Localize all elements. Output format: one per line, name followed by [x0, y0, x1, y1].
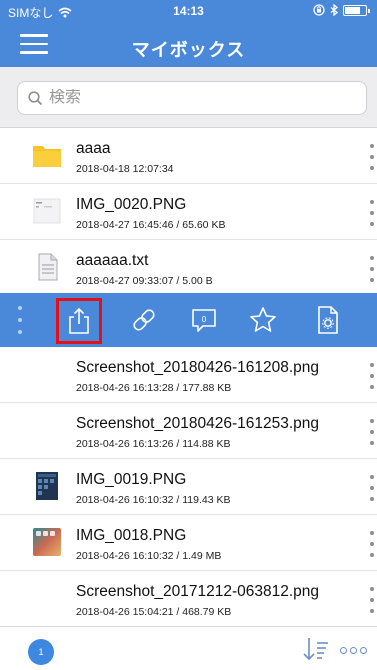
file-row-img-0020[interactable]: IMG_0020.PNG 2018-04-27 16:45:46 / 65.60… — [0, 184, 377, 240]
file-name: aaaaaa.txt — [76, 252, 149, 269]
share-icon — [69, 307, 89, 334]
file-meta: 2018-04-27 09:33:07 / 5.00 B — [76, 275, 213, 287]
row-more-button[interactable] — [367, 200, 377, 226]
link-icon — [133, 309, 155, 331]
file-row-screenshot-161253[interactable]: Screenshot_20180426-161253.png 2018-04-2… — [0, 403, 377, 459]
file-row-aaaaaa-txt[interactable]: aaaaaa.txt 2018-04-27 09:33:07 / 5.00 B — [0, 240, 377, 296]
bottom-toolbar: 1 — [0, 626, 377, 670]
search-input[interactable] — [49, 89, 339, 107]
file-meta: 2018-04-26 15:04:21 / 468.79 KB — [76, 606, 232, 618]
file-name: IMG_0018.PNG — [76, 527, 187, 544]
row-more-button[interactable] — [367, 363, 377, 389]
share-button[interactable] — [56, 298, 102, 344]
file-name: IMG_0020.PNG — [76, 196, 187, 213]
image-thumbnail — [33, 528, 61, 556]
file-meta: 2018-04-26 16:10:32 / 1.49 MB — [76, 550, 222, 562]
row-more-button[interactable] — [367, 475, 377, 501]
bluetooth-icon — [330, 4, 338, 16]
favorite-button[interactable] — [244, 301, 282, 339]
sort-icon[interactable] — [300, 635, 330, 665]
file-row-screenshot-161208[interactable]: Screenshot_20180426-161208.png 2018-04-2… — [0, 347, 377, 403]
search-box[interactable] — [17, 81, 367, 115]
file-name: IMG_0019.PNG — [76, 471, 187, 488]
file-meta: 2018-04-26 16:13:28 / 177.88 KB — [76, 382, 232, 394]
battery-icon — [343, 4, 370, 16]
top-bar: SIMなし 14:13 マイボックス — [0, 0, 377, 67]
file-meta: 2018-04-18 12:07:34 — [76, 163, 174, 175]
comment-button[interactable]: 0 — [185, 301, 223, 339]
file-row-img-0018[interactable]: IMG_0018.PNG 2018-04-26 16:10:32 / 1.49 … — [0, 515, 377, 571]
orientation-lock-icon — [313, 4, 325, 16]
file-name: Screenshot_20180426-161208.png — [76, 359, 320, 376]
folder-icon — [33, 146, 61, 167]
row-more-button[interactable] — [367, 256, 377, 282]
file-meta: 2018-04-27 16:45:46 / 65.60 KB — [76, 219, 226, 231]
drag-handle[interactable] — [18, 306, 24, 334]
link-button[interactable] — [125, 301, 163, 339]
search-area — [0, 67, 377, 128]
file-settings-icon — [318, 306, 338, 334]
comment-icon: 0 — [192, 309, 216, 332]
row-more-button[interactable] — [367, 587, 377, 613]
file-name: aaaa — [76, 140, 111, 157]
comment-count: 0 — [202, 315, 207, 324]
file-row-aaaa[interactable]: aaaa 2018-04-18 12:07:34 — [0, 128, 377, 184]
file-action-bar: 0 — [0, 293, 377, 347]
row-more-button[interactable] — [367, 531, 377, 557]
file-row-img-0019[interactable]: IMG_0019.PNG 2018-04-26 16:10:32 / 119.4… — [0, 459, 377, 515]
row-more-button[interactable] — [367, 144, 377, 170]
text-file-icon — [38, 253, 58, 281]
row-more-button[interactable] — [367, 419, 377, 445]
file-settings-button[interactable] — [309, 301, 347, 339]
file-name: Screenshot_20171212-063812.png — [76, 583, 320, 600]
image-thumbnail — [33, 198, 61, 224]
image-thumbnail — [36, 472, 58, 500]
status-bar: SIMなし 14:13 — [0, 0, 377, 22]
file-row-screenshot-063812[interactable]: Screenshot_20171212-063812.png 2018-04-2… — [0, 571, 377, 627]
file-meta: 2018-04-26 16:13:26 / 114.88 KB — [76, 438, 231, 450]
star-icon — [250, 307, 276, 332]
page-indicator[interactable]: 1 — [28, 639, 54, 665]
file-meta: 2018-04-26 16:10:32 / 119.43 KB — [76, 494, 231, 506]
status-right — [313, 4, 370, 16]
file-name: Screenshot_20180426-161253.png — [76, 415, 320, 432]
search-icon — [28, 90, 43, 105]
more-options-button[interactable] — [340, 647, 367, 654]
page-title: マイボックス — [131, 40, 246, 60]
